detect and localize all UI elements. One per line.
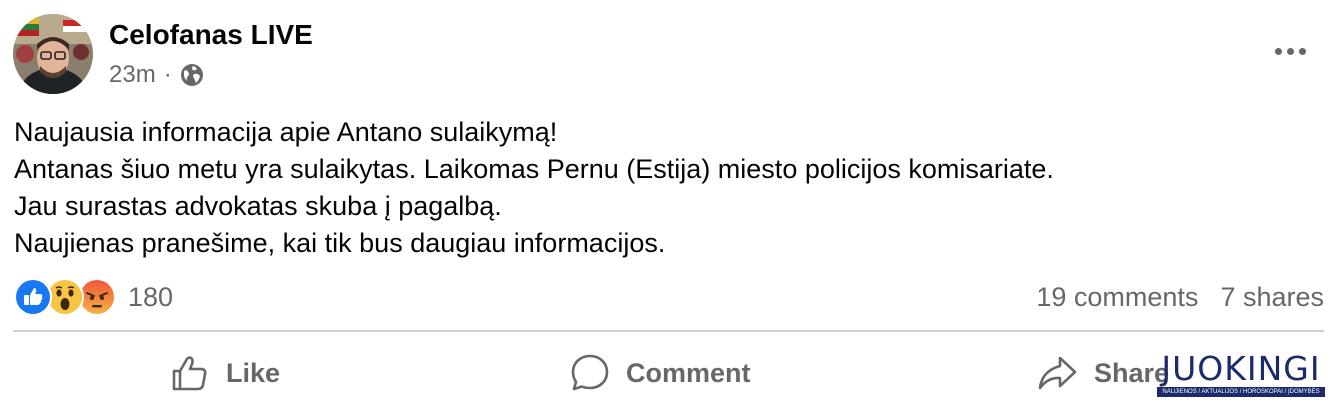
author-name[interactable]: Celofanas LIVE xyxy=(109,18,313,52)
post-stats: 19 comments 7 shares xyxy=(1036,280,1324,314)
dot-icon xyxy=(1286,47,1294,55)
post-line: Antanas šiuo metu yra sulaikytas. Laikom… xyxy=(14,154,1054,184)
comment-button[interactable]: Comment xyxy=(570,349,751,397)
post-meta: 23m · xyxy=(109,60,204,90)
like-reaction-icon xyxy=(14,278,52,316)
comments-count[interactable]: 19 comments xyxy=(1036,282,1198,313)
shares-count[interactable]: 7 shares xyxy=(1220,282,1324,313)
comment-label: Comment xyxy=(626,357,751,388)
watermark-tagline: NAUJIENOS / AKTUALIJOS / HOROSKOPAI / ĮD… xyxy=(1157,387,1325,397)
dot-icon xyxy=(1274,47,1282,55)
dot-icon xyxy=(1298,47,1306,55)
post-line: Jau surastas advokatas skuba į pagalbą. xyxy=(14,191,502,221)
like-label: Like xyxy=(226,357,281,388)
like-button[interactable]: Like xyxy=(170,349,280,397)
meta-separator: · xyxy=(163,61,172,88)
comment-bubble-icon xyxy=(570,353,610,393)
thumbs-up-icon xyxy=(170,353,210,393)
reaction-count[interactable]: 180 xyxy=(128,282,173,313)
watermark-name: JUOKINGI xyxy=(1161,349,1321,388)
share-arrow-icon xyxy=(1036,353,1078,393)
post-line: Naujienas pranešime, kai tik bus daugiau… xyxy=(14,228,666,258)
globe-icon xyxy=(180,63,204,87)
post-text: Naujausia informacija apie Antano sulaik… xyxy=(14,114,1314,262)
watermark-logo: JUOKINGI NAUJIENOS / AKTUALIJOS / HOROSK… xyxy=(1157,349,1325,397)
divider xyxy=(13,330,1324,332)
post-line: Naujausia informacija apie Antano sulaik… xyxy=(14,117,558,147)
reactions-summary[interactable]: 180 xyxy=(14,278,173,316)
post-time[interactable]: 23m xyxy=(109,61,156,89)
share-button[interactable]: Share xyxy=(1036,349,1169,397)
avatar[interactable] xyxy=(13,14,93,94)
more-options-button[interactable] xyxy=(1268,38,1312,64)
